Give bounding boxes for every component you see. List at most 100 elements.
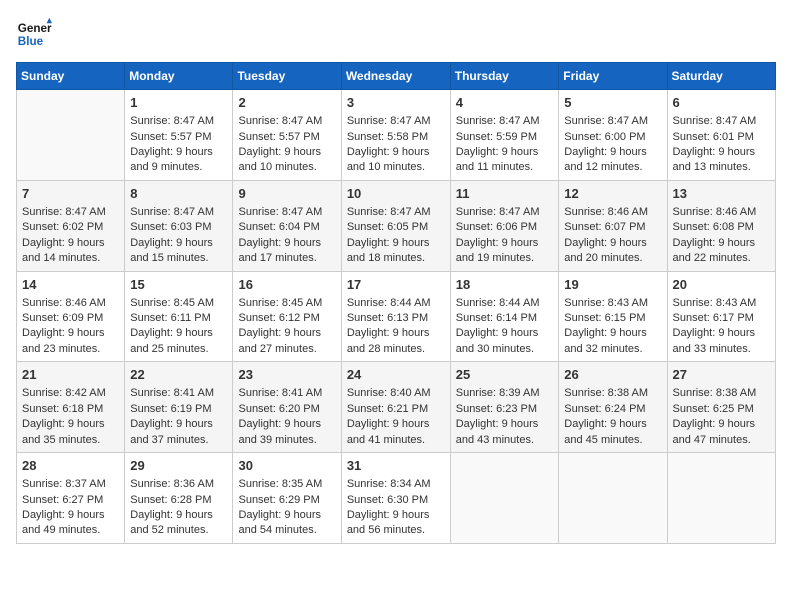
sunset-text: Sunset: 6:23 PM <box>456 403 537 415</box>
sunrise-text: Sunrise: 8:43 AM <box>673 297 757 309</box>
sunrise-text: Sunrise: 8:47 AM <box>456 115 540 127</box>
daylight-text: Daylight: 9 hours and 14 minutes. <box>22 237 105 264</box>
logo: General Blue <box>16 16 52 52</box>
calendar-cell: 8Sunrise: 8:47 AMSunset: 6:03 PMDaylight… <box>125 180 233 271</box>
sunset-text: Sunset: 6:01 PM <box>673 131 754 143</box>
day-number: 28 <box>22 457 119 475</box>
sunrise-text: Sunrise: 8:37 AM <box>22 478 106 490</box>
day-number: 23 <box>238 366 335 384</box>
calendar-cell: 25Sunrise: 8:39 AMSunset: 6:23 PMDayligh… <box>450 362 559 453</box>
daylight-text: Daylight: 9 hours and 25 minutes. <box>130 327 213 354</box>
daylight-text: Daylight: 9 hours and 37 minutes. <box>130 418 213 445</box>
daylight-text: Daylight: 9 hours and 18 minutes. <box>347 237 430 264</box>
sunset-text: Sunset: 6:20 PM <box>238 403 319 415</box>
daylight-text: Daylight: 9 hours and 33 minutes. <box>673 327 756 354</box>
daylight-text: Daylight: 9 hours and 17 minutes. <box>238 237 321 264</box>
sunset-text: Sunset: 5:57 PM <box>238 131 319 143</box>
day-number: 30 <box>238 457 335 475</box>
sunset-text: Sunset: 6:00 PM <box>564 131 645 143</box>
sunrise-text: Sunrise: 8:47 AM <box>456 206 540 218</box>
sunrise-text: Sunrise: 8:45 AM <box>238 297 322 309</box>
sunset-text: Sunset: 6:06 PM <box>456 221 537 233</box>
calendar-header-row: SundayMondayTuesdayWednesdayThursdayFrid… <box>17 63 776 90</box>
sunrise-text: Sunrise: 8:45 AM <box>130 297 214 309</box>
calendar-cell: 10Sunrise: 8:47 AMSunset: 6:05 PMDayligh… <box>341 180 450 271</box>
daylight-text: Daylight: 9 hours and 15 minutes. <box>130 237 213 264</box>
day-number: 26 <box>564 366 661 384</box>
daylight-text: Daylight: 9 hours and 56 minutes. <box>347 509 430 536</box>
daylight-text: Daylight: 9 hours and 54 minutes. <box>238 509 321 536</box>
daylight-text: Daylight: 9 hours and 10 minutes. <box>238 146 321 173</box>
sunset-text: Sunset: 5:59 PM <box>456 131 537 143</box>
daylight-text: Daylight: 9 hours and 49 minutes. <box>22 509 105 536</box>
calendar-cell: 13Sunrise: 8:46 AMSunset: 6:08 PMDayligh… <box>667 180 776 271</box>
sunrise-text: Sunrise: 8:36 AM <box>130 478 214 490</box>
day-number: 11 <box>456 185 554 203</box>
calendar-cell: 20Sunrise: 8:43 AMSunset: 6:17 PMDayligh… <box>667 271 776 362</box>
sunset-text: Sunset: 6:25 PM <box>673 403 754 415</box>
sunrise-text: Sunrise: 8:44 AM <box>347 297 431 309</box>
daylight-text: Daylight: 9 hours and 35 minutes. <box>22 418 105 445</box>
calendar-cell: 19Sunrise: 8:43 AMSunset: 6:15 PMDayligh… <box>559 271 667 362</box>
day-number: 9 <box>238 185 335 203</box>
calendar-cell: 26Sunrise: 8:38 AMSunset: 6:24 PMDayligh… <box>559 362 667 453</box>
calendar-cell: 17Sunrise: 8:44 AMSunset: 6:13 PMDayligh… <box>341 271 450 362</box>
daylight-text: Daylight: 9 hours and 32 minutes. <box>564 327 647 354</box>
daylight-text: Daylight: 9 hours and 28 minutes. <box>347 327 430 354</box>
sunset-text: Sunset: 6:05 PM <box>347 221 428 233</box>
calendar-day-header: Monday <box>125 63 233 90</box>
daylight-text: Daylight: 9 hours and 39 minutes. <box>238 418 321 445</box>
sunrise-text: Sunrise: 8:47 AM <box>238 206 322 218</box>
daylight-text: Daylight: 9 hours and 9 minutes. <box>130 146 213 173</box>
calendar-day-header: Saturday <box>667 63 776 90</box>
calendar-week-row: 21Sunrise: 8:42 AMSunset: 6:18 PMDayligh… <box>17 362 776 453</box>
logo-icon: General Blue <box>16 16 52 52</box>
day-number: 6 <box>673 94 771 112</box>
sunrise-text: Sunrise: 8:47 AM <box>564 115 648 127</box>
sunset-text: Sunset: 5:58 PM <box>347 131 428 143</box>
sunset-text: Sunset: 6:28 PM <box>130 494 211 506</box>
calendar-cell: 22Sunrise: 8:41 AMSunset: 6:19 PMDayligh… <box>125 362 233 453</box>
sunset-text: Sunset: 6:11 PM <box>130 312 211 324</box>
calendar-day-header: Sunday <box>17 63 125 90</box>
day-number: 25 <box>456 366 554 384</box>
sunset-text: Sunset: 6:13 PM <box>347 312 428 324</box>
calendar-cell: 4Sunrise: 8:47 AMSunset: 5:59 PMDaylight… <box>450 90 559 181</box>
daylight-text: Daylight: 9 hours and 30 minutes. <box>456 327 539 354</box>
day-number: 16 <box>238 276 335 294</box>
daylight-text: Daylight: 9 hours and 41 minutes. <box>347 418 430 445</box>
sunrise-text: Sunrise: 8:44 AM <box>456 297 540 309</box>
calendar-cell: 30Sunrise: 8:35 AMSunset: 6:29 PMDayligh… <box>233 453 341 544</box>
sunrise-text: Sunrise: 8:41 AM <box>130 387 214 399</box>
day-number: 3 <box>347 94 445 112</box>
sunset-text: Sunset: 6:07 PM <box>564 221 645 233</box>
calendar-cell: 14Sunrise: 8:46 AMSunset: 6:09 PMDayligh… <box>17 271 125 362</box>
daylight-text: Daylight: 9 hours and 27 minutes. <box>238 327 321 354</box>
daylight-text: Daylight: 9 hours and 52 minutes. <box>130 509 213 536</box>
calendar-cell: 6Sunrise: 8:47 AMSunset: 6:01 PMDaylight… <box>667 90 776 181</box>
sunset-text: Sunset: 6:18 PM <box>22 403 103 415</box>
day-number: 13 <box>673 185 771 203</box>
day-number: 20 <box>673 276 771 294</box>
calendar-cell: 18Sunrise: 8:44 AMSunset: 6:14 PMDayligh… <box>450 271 559 362</box>
sunset-text: Sunset: 6:03 PM <box>130 221 211 233</box>
sunrise-text: Sunrise: 8:46 AM <box>564 206 648 218</box>
day-number: 10 <box>347 185 445 203</box>
day-number: 19 <box>564 276 661 294</box>
calendar-cell: 2Sunrise: 8:47 AMSunset: 5:57 PMDaylight… <box>233 90 341 181</box>
day-number: 4 <box>456 94 554 112</box>
day-number: 27 <box>673 366 771 384</box>
sunrise-text: Sunrise: 8:39 AM <box>456 387 540 399</box>
daylight-text: Daylight: 9 hours and 47 minutes. <box>673 418 756 445</box>
calendar-cell: 24Sunrise: 8:40 AMSunset: 6:21 PMDayligh… <box>341 362 450 453</box>
day-number: 7 <box>22 185 119 203</box>
sunrise-text: Sunrise: 8:40 AM <box>347 387 431 399</box>
daylight-text: Daylight: 9 hours and 20 minutes. <box>564 237 647 264</box>
daylight-text: Daylight: 9 hours and 22 minutes. <box>673 237 756 264</box>
day-number: 31 <box>347 457 445 475</box>
sunset-text: Sunset: 5:57 PM <box>130 131 211 143</box>
sunset-text: Sunset: 6:19 PM <box>130 403 211 415</box>
calendar-cell: 28Sunrise: 8:37 AMSunset: 6:27 PMDayligh… <box>17 453 125 544</box>
sunrise-text: Sunrise: 8:34 AM <box>347 478 431 490</box>
sunset-text: Sunset: 6:12 PM <box>238 312 319 324</box>
